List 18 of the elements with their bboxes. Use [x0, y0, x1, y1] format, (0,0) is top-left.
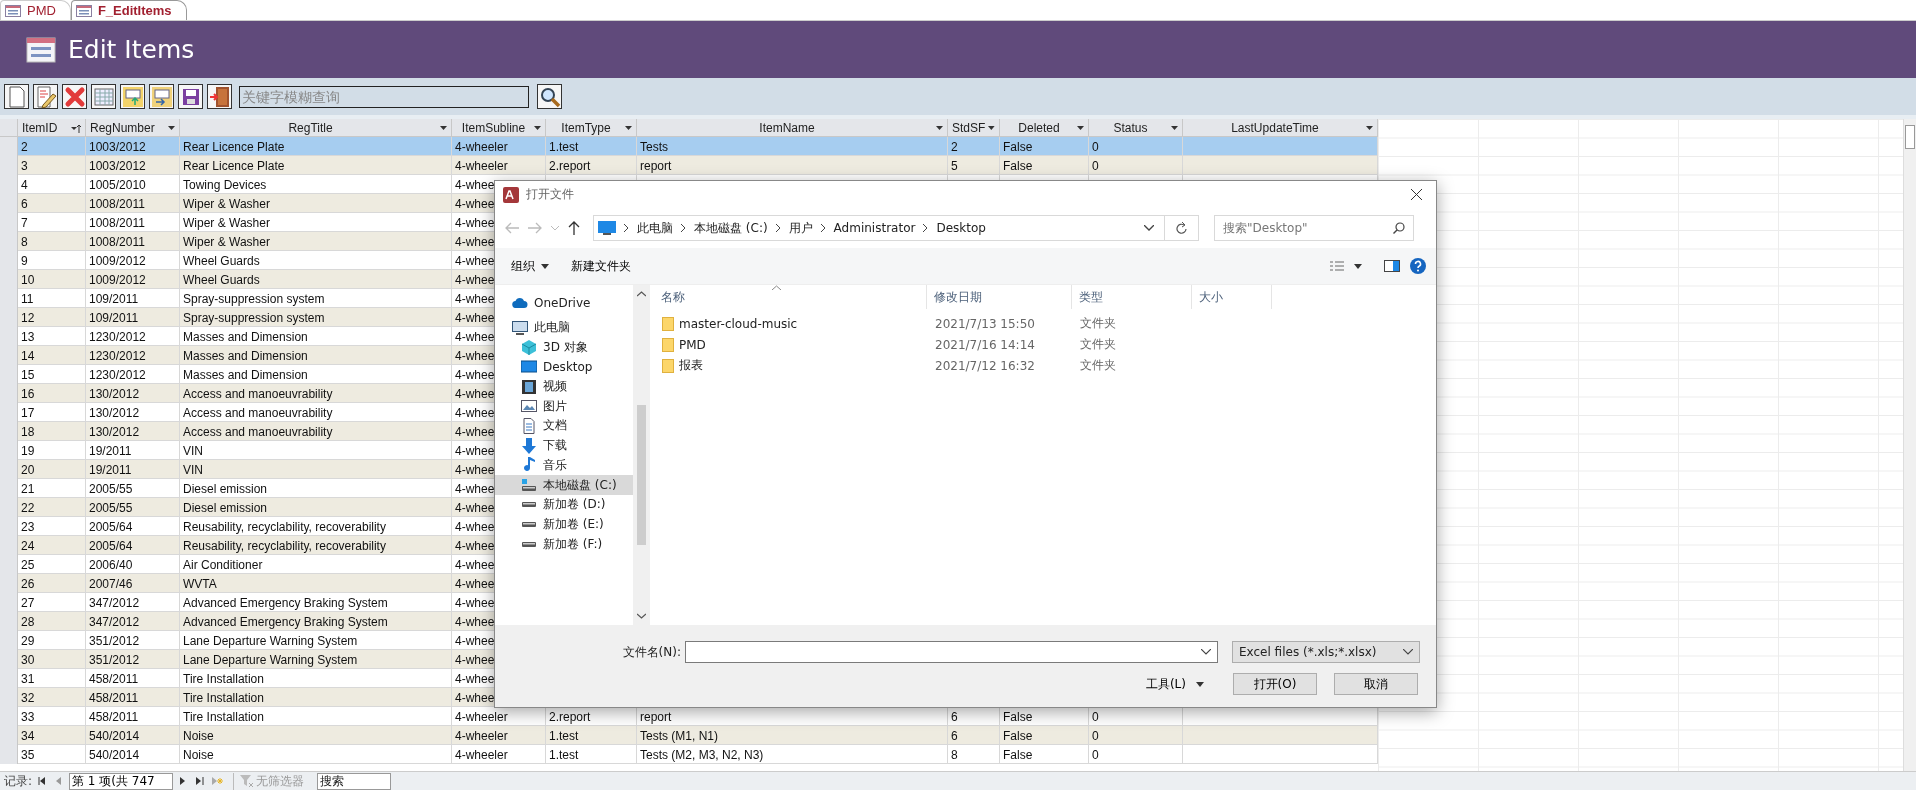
file-type: 文件夹: [1079, 357, 1117, 374]
file-type: 文件夹: [1079, 336, 1117, 353]
page-title: Edit Items: [68, 35, 195, 64]
table-cell: 8: [948, 745, 1000, 764]
file-date: 2021/7/16 14:14: [934, 337, 1036, 352]
table-cell: 4-wheeler: [452, 745, 546, 764]
filename-label: 文件名(N):: [621, 643, 682, 661]
table-cell: 35: [18, 745, 86, 764]
table-cell: False: [1000, 745, 1089, 764]
table-cell: Noise: [180, 745, 452, 764]
table-cell: 1.test: [546, 745, 637, 764]
table-cell: Tests (M2, M3, N2, N3): [637, 745, 948, 764]
file-type: 文件夹: [1079, 315, 1117, 332]
file-date: 2021/7/12 16:32: [934, 358, 1036, 373]
record-label: 记录:: [4, 772, 33, 790]
file-date: 2021/7/13 15:50: [934, 316, 1036, 331]
table-cell: 540/2014: [86, 745, 180, 764]
table-cell: 0: [1089, 745, 1183, 764]
